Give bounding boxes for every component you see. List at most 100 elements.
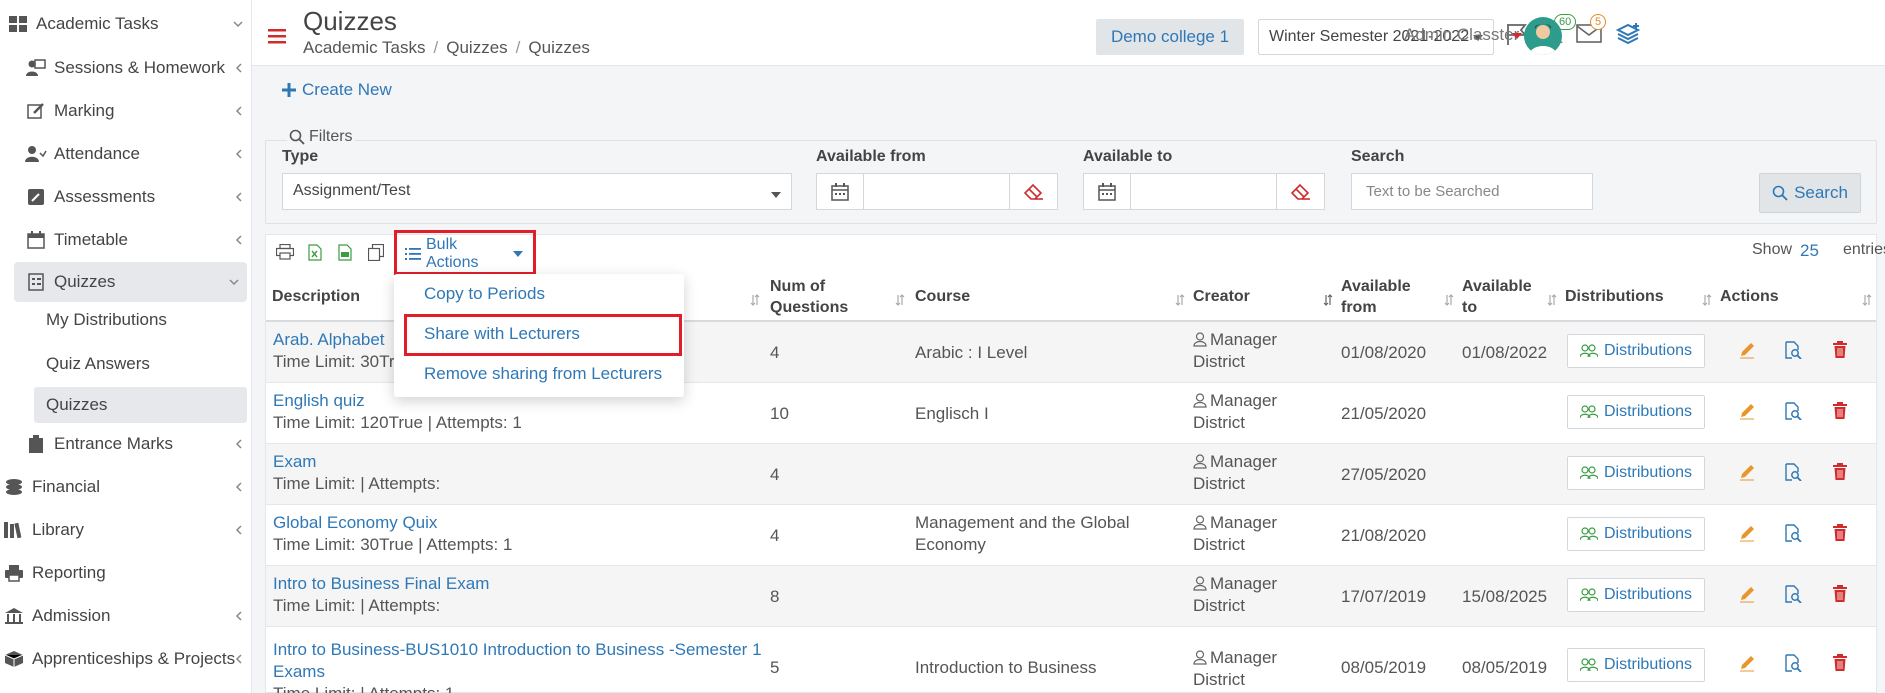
caret-down-icon[interactable]	[1512, 33, 1522, 39]
calendar-icon[interactable]	[1083, 173, 1131, 210]
sidebar-subitem-quiz-answers[interactable]: Quiz Answers	[34, 346, 247, 382]
sort-icon[interactable]	[1323, 294, 1333, 306]
quiz-title-link[interactable]: Intro to Business Final Exam	[273, 573, 489, 595]
users-icon	[1579, 344, 1598, 358]
college-button[interactable]: Demo college 1	[1096, 19, 1244, 55]
avatar[interactable]	[1524, 17, 1562, 55]
sidebar-item-sessions-homework[interactable]: Sessions & Homework	[0, 48, 251, 88]
column-header-distributions[interactable]: Distributions	[1565, 286, 1664, 307]
pencil-icon[interactable]	[1738, 585, 1756, 603]
sort-icon[interactable]	[1702, 294, 1712, 306]
show-label: Show	[1752, 241, 1793, 258]
sidebar-item-quizzes[interactable]: Quizzes	[14, 262, 247, 302]
pencil-icon[interactable]	[1738, 463, 1756, 481]
distributions-button[interactable]: Distributions	[1567, 578, 1705, 612]
sidebar-item-reporting[interactable]: Reporting	[0, 553, 251, 593]
eraser-icon[interactable]	[1277, 173, 1325, 210]
sidebar-subitem-my-distributions[interactable]: My Distributions	[34, 302, 247, 338]
pencil-icon[interactable]	[1738, 402, 1756, 420]
create-new-button[interactable]: Create New	[282, 80, 392, 100]
quiz-title-link[interactable]: Exam	[273, 451, 440, 473]
available-to-input[interactable]	[1131, 173, 1277, 210]
sort-icon[interactable]	[1862, 294, 1872, 306]
quiz-title-link[interactable]: Exams	[273, 661, 762, 683]
menu-item-remove-sharing[interactable]: Remove sharing from Lecturers	[424, 364, 662, 384]
calendar-icon[interactable]	[816, 173, 864, 210]
sidebar-item-financial[interactable]: Financial	[0, 467, 251, 507]
distributions-button[interactable]: Distributions	[1567, 648, 1705, 682]
envelope-icon[interactable]: 5	[1576, 14, 1607, 44]
breadcrumb-item[interactable]: Academic Tasks	[303, 38, 426, 58]
sidebar-item-assessments[interactable]: Assessments	[0, 177, 251, 217]
sort-icon[interactable]	[750, 294, 760, 306]
quiz-title-link[interactable]: Intro to Business-BUS1010 Introduction t…	[273, 639, 762, 661]
distributions-button[interactable]: Distributions	[1567, 517, 1705, 551]
preview-icon[interactable]	[1784, 341, 1802, 359]
distributions-button[interactable]: Distributions	[1567, 334, 1705, 368]
type-select[interactable]: Assignment/Test	[282, 173, 792, 210]
sidebar: Academic Tasks Sessions & Homework Marki…	[0, 0, 252, 693]
trash-icon[interactable]	[1832, 524, 1848, 542]
csv-icon[interactable]	[338, 244, 352, 261]
user-name[interactable]: Admin Classter	[1404, 25, 1519, 45]
trash-icon[interactable]	[1832, 654, 1848, 672]
sidebar-item-label: Marking	[54, 101, 115, 120]
sidebar-item-marking[interactable]: Marking	[0, 91, 251, 131]
excel-icon[interactable]	[308, 244, 322, 261]
sidebar-item-admission[interactable]: Admission	[0, 596, 251, 636]
user-icon	[1193, 650, 1207, 665]
available-to-cell: 08/05/2019	[1462, 658, 1548, 677]
sort-icon[interactable]	[1175, 294, 1185, 306]
quiz-title-link[interactable]: Global Economy Quix	[273, 512, 512, 534]
creator-name: Manager	[1210, 391, 1278, 410]
copy-icon[interactable]	[368, 244, 384, 261]
pencil-icon[interactable]	[1738, 524, 1756, 542]
sort-icon[interactable]	[1444, 294, 1454, 306]
column-header-num-questions[interactable]: Num of Questions	[770, 276, 848, 318]
sort-icon[interactable]	[895, 294, 905, 306]
print-icon[interactable]	[276, 244, 294, 260]
sidebar-item-entrance-marks[interactable]: Entrance Marks	[0, 424, 251, 464]
preview-icon[interactable]	[1784, 524, 1802, 542]
preview-icon[interactable]	[1784, 654, 1802, 672]
search-button[interactable]: Search	[1759, 173, 1861, 213]
preview-icon[interactable]	[1784, 402, 1802, 420]
distributions-button[interactable]: Distributions	[1567, 395, 1705, 429]
pencil-icon[interactable]	[1738, 654, 1756, 672]
trash-icon[interactable]	[1832, 402, 1848, 420]
preview-icon[interactable]	[1784, 585, 1802, 603]
column-header-creator[interactable]: Creator	[1193, 286, 1250, 307]
entries-count-select[interactable]: 25	[1800, 241, 1819, 261]
preview-icon[interactable]	[1784, 463, 1802, 481]
trash-icon[interactable]	[1832, 585, 1848, 603]
column-header-description[interactable]: Description	[272, 286, 360, 307]
available-from-input[interactable]	[864, 173, 1010, 210]
column-header-available-to[interactable]: Available to	[1462, 276, 1532, 318]
menu-item-copy-to-periods[interactable]: Copy to Periods	[424, 284, 545, 304]
search-input[interactable]	[1351, 173, 1593, 210]
available-to-cell: 15/08/2025	[1462, 587, 1548, 606]
sort-icon[interactable]	[1547, 294, 1557, 306]
sidebar-subitem-quizzes[interactable]: Quizzes	[34, 387, 247, 423]
sidebar-item-timetable[interactable]: Timetable	[0, 220, 251, 260]
sidebar-item-apprenticeships-projects[interactable]: Apprenticeships & Projects	[0, 639, 251, 679]
layers-add-icon[interactable]	[1616, 22, 1642, 46]
trash-icon[interactable]	[1832, 463, 1848, 481]
quiz-title-link[interactable]: Arab. Alphabet	[273, 329, 395, 351]
sidebar-item-attendance[interactable]: Attendance	[0, 134, 251, 174]
quiz-meta: Time Limit: | Attempts:	[273, 596, 441, 615]
quiz-meta: Time Limit: | Attempts: 1	[273, 683, 762, 693]
list-check-icon	[24, 272, 48, 292]
column-header-course[interactable]: Course	[915, 286, 970, 307]
type-label: Type	[282, 148, 319, 165]
sidebar-item-library[interactable]: Library	[0, 510, 251, 550]
pencil-icon[interactable]	[1738, 341, 1756, 359]
trash-icon[interactable]	[1832, 341, 1848, 359]
eraser-icon[interactable]	[1010, 173, 1058, 210]
distributions-button[interactable]: Distributions	[1567, 456, 1705, 490]
hamburger-menu-icon[interactable]	[268, 28, 286, 44]
sidebar-section-academic-tasks[interactable]: Academic Tasks	[0, 4, 251, 44]
breadcrumb-item[interactable]: Quizzes	[446, 38, 507, 58]
column-header-line: Num of	[770, 278, 826, 295]
column-header-available-from[interactable]: Available from	[1341, 276, 1411, 318]
